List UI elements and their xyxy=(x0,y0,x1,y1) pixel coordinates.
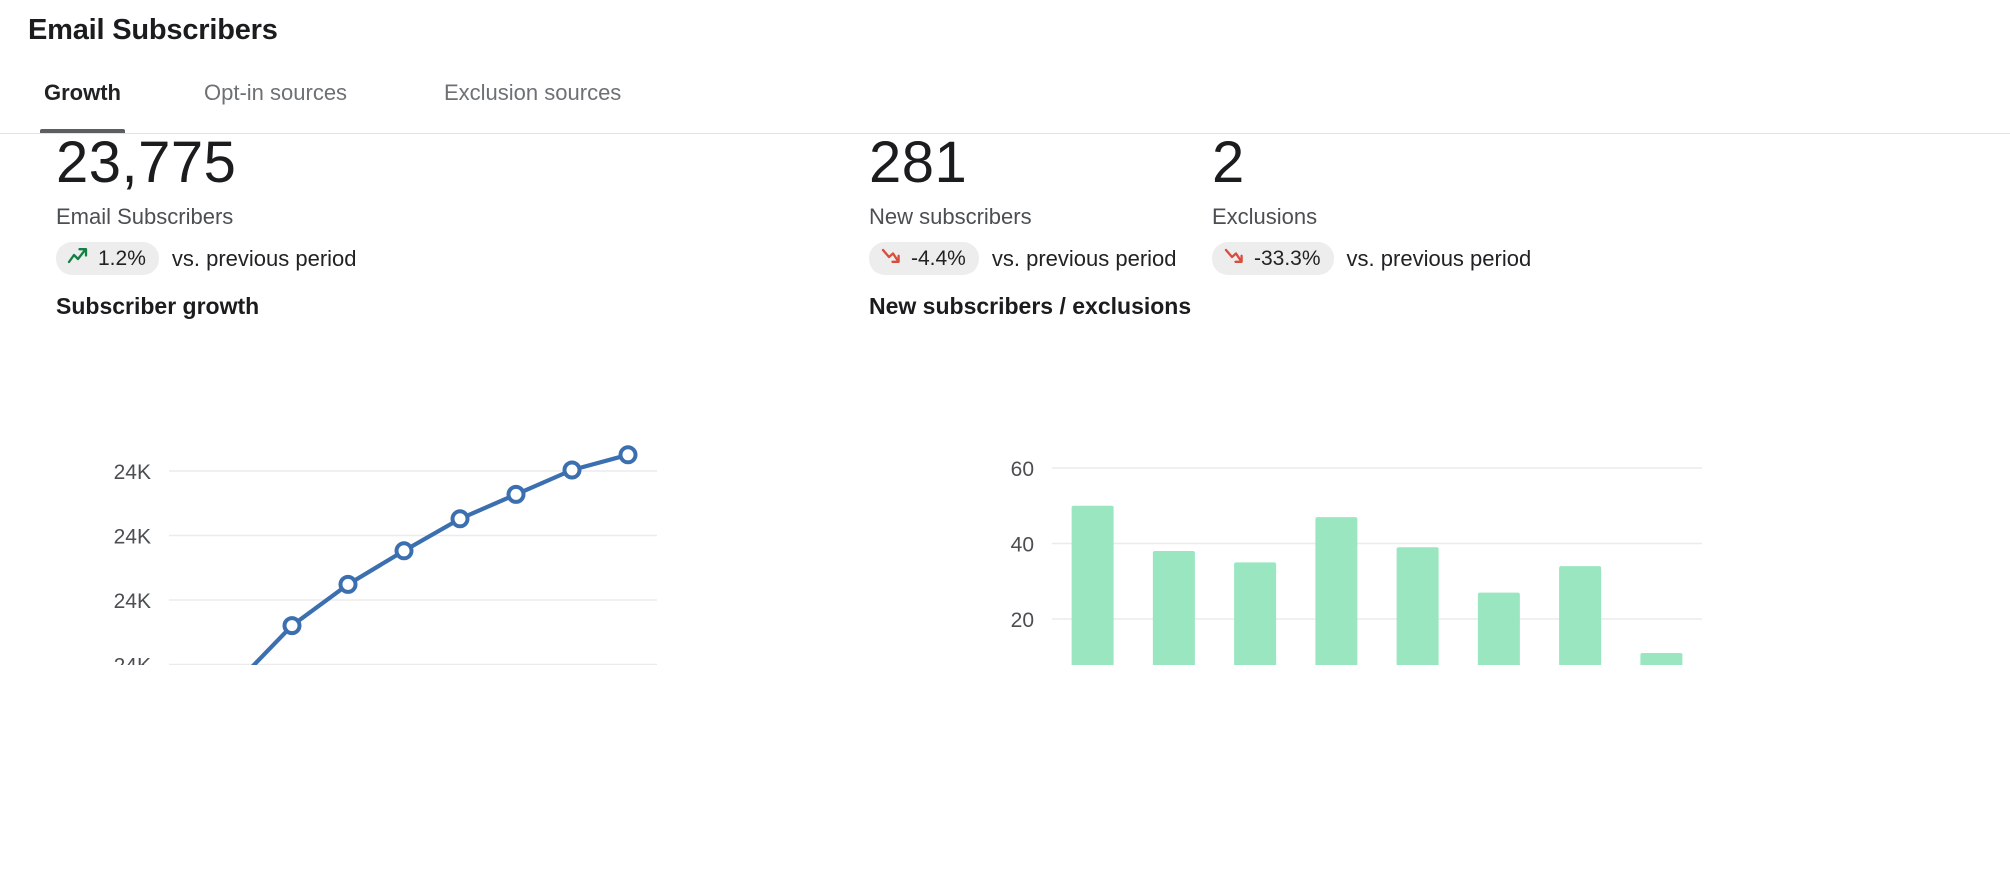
metric-value: 2 xyxy=(1212,130,1245,195)
trend-comparison-label: vs. previous period xyxy=(991,245,1177,271)
trend-up-icon xyxy=(67,246,91,271)
trend-down-icon xyxy=(880,246,904,271)
y-axis-tick-label: 24K xyxy=(114,590,151,613)
trend-badge: -33.3% xyxy=(1212,242,1334,275)
metric-value: 23,775 xyxy=(56,130,237,195)
bar-new-subscribers[interactable] xyxy=(1315,517,1358,665)
line-data-point[interactable] xyxy=(562,460,582,480)
bar-new-subscribers[interactable] xyxy=(1152,551,1195,665)
line-data-point[interactable] xyxy=(394,541,414,561)
trend-down-icon xyxy=(1223,246,1247,271)
metric-new-subscribers: 281 New subscribers -4.4% vs. previous p… xyxy=(869,132,1177,275)
tab-bar: Growth Opt-in sources Exclusion sources xyxy=(0,78,2010,134)
bar-new-subscribers[interactable] xyxy=(1559,566,1602,665)
tab-opt-in-sources[interactable]: Opt-in sources xyxy=(200,78,351,133)
chart-title-subscriber-growth: Subscriber growth xyxy=(56,293,260,319)
tab-growth-label: Growth xyxy=(44,80,121,105)
y-axis-tick-label: 60 xyxy=(1011,458,1034,481)
bar-chart-new-subscribers-exclusions[interactable]: 6040200-20Mar 25Mar 27Mar 29Mar 31 xyxy=(855,345,1755,665)
trend-badge: -4.4% xyxy=(869,242,979,275)
y-axis-tick-label: 24K xyxy=(114,655,151,666)
metric-value: 281 xyxy=(869,130,968,195)
page-title: Email Subscribers xyxy=(28,14,278,46)
y-axis-tick-label: 20 xyxy=(1011,609,1034,632)
metric-trend: -33.3% vs. previous period xyxy=(1212,242,1531,275)
tab-exclusion-sources-label: Exclusion sources xyxy=(444,80,622,105)
y-axis-tick-label: 24K xyxy=(114,461,151,484)
tab-exclusion-sources[interactable]: Exclusion sources xyxy=(440,78,625,133)
y-axis-tick-label: 40 xyxy=(1011,534,1034,557)
metric-email-subscribers: 23,775 Email Subscribers 1.2% vs. previo… xyxy=(56,132,357,275)
bar-new-subscribers[interactable] xyxy=(1477,592,1520,665)
bar-new-subscribers[interactable] xyxy=(1640,652,1683,665)
metric-label: Exclusions xyxy=(1212,204,1318,229)
trend-percent: -4.4% xyxy=(911,247,966,270)
metric-label: Email Subscribers xyxy=(56,204,234,229)
line-data-point[interactable] xyxy=(450,509,470,529)
metric-trend: 1.2% vs. previous period xyxy=(56,242,357,275)
trend-percent: 1.2% xyxy=(98,247,146,270)
y-axis-tick-label: 24K xyxy=(114,526,151,549)
metric-trend: -4.4% vs. previous period xyxy=(869,242,1177,275)
trend-badge: 1.2% xyxy=(56,242,159,275)
tab-growth[interactable]: Growth xyxy=(40,78,125,133)
metric-exclusions: 2 Exclusions -33.3% vs. previous period xyxy=(1212,132,1531,275)
trend-percent: -33.3% xyxy=(1254,247,1321,270)
chart-title-new-subscribers-exclusions: New subscribers / exclusions xyxy=(869,293,1192,319)
line-data-point[interactable] xyxy=(618,445,638,465)
bar-new-subscribers[interactable] xyxy=(1396,547,1439,665)
line-chart-subscriber-growth[interactable]: 24K24K24K24K24KMar 25Mar 27Mar 29Mar 31 xyxy=(40,345,720,665)
tab-opt-in-sources-label: Opt-in sources xyxy=(204,80,348,105)
line-data-point[interactable] xyxy=(282,616,302,636)
trend-comparison-label: vs. previous period xyxy=(1346,245,1532,271)
bar-new-subscribers[interactable] xyxy=(1234,562,1277,665)
metric-label: New subscribers xyxy=(869,204,1032,229)
trend-comparison-label: vs. previous period xyxy=(171,245,357,271)
line-data-point[interactable] xyxy=(338,574,358,594)
bar-new-subscribers[interactable] xyxy=(1071,505,1114,665)
line-data-point[interactable] xyxy=(506,484,526,504)
